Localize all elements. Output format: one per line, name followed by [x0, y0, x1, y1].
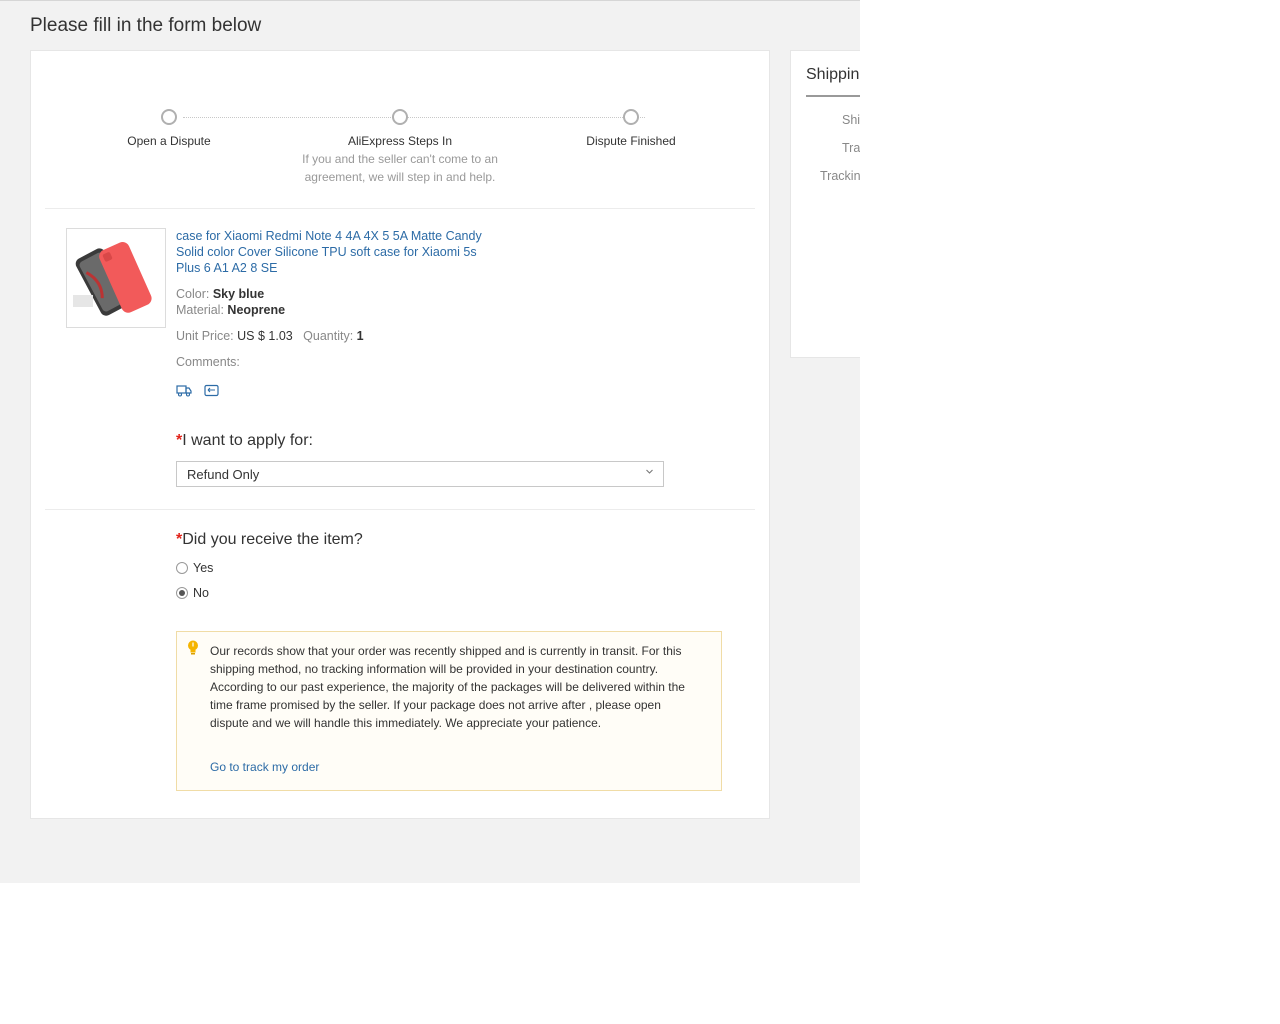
quantity-label: Quantity: [303, 329, 354, 343]
step-open-dispute: Open a Dispute [59, 109, 279, 148]
product-title-link[interactable]: case for Xiaomi Redmi Note 4 4A 4X 5 5A … [176, 228, 496, 276]
color-label: Color: [176, 287, 210, 301]
step-label: Dispute Finished [586, 134, 676, 148]
lightbulb-icon [187, 640, 199, 661]
color-value: Sky blue [212, 287, 265, 301]
quantity-value: 1 [356, 329, 364, 343]
dispute-form-card: Open a Dispute AliExpress Steps In If yo… [30, 50, 770, 819]
step-label: AliExpress Steps In [347, 134, 453, 148]
product-material: Material: Neoprene [176, 303, 285, 317]
radio-no-label: No [193, 586, 209, 600]
product-price-quantity: Unit Price: US $ 1.03 Quantity: 1 [176, 329, 364, 343]
radio-yes[interactable]: Yes [176, 561, 213, 575]
material-value: Neoprene [227, 303, 286, 317]
radio-yes-label: Yes [193, 561, 214, 575]
chevron-down-icon [646, 469, 653, 474]
shipping-title: Shippin [806, 66, 860, 83]
apply-for-select[interactable]: Refund Only [176, 461, 664, 487]
apply-for-text: I want to apply for: [182, 432, 313, 449]
apply-for-selected: Refund Only [187, 467, 260, 482]
received-item-text: Did you receive the item? [182, 531, 363, 548]
return-box-icon[interactable] [204, 384, 220, 402]
step-dot [623, 109, 639, 125]
step-dot [161, 109, 177, 125]
radio-no[interactable]: No [176, 586, 209, 600]
comments-label: Comments: [176, 355, 240, 369]
radio-yes-control[interactable] [176, 562, 188, 574]
received-item-label: *Did you receive the item? [176, 531, 363, 549]
step-aliexpress-steps-in: AliExpress Steps In If you and the selle… [290, 109, 510, 186]
page-viewport: Please fill in the form below Open a Dis… [0, 0, 860, 883]
apply-for-label: *I want to apply for: [176, 432, 313, 450]
shipping-field-label: Tra [842, 141, 860, 155]
truck-icon[interactable] [176, 384, 192, 402]
unit-price-value: US $ 1.03 [237, 329, 293, 343]
step-description: If you and the seller can't come to an a… [302, 152, 498, 184]
step-dispute-finished: Dispute Finished [521, 109, 741, 148]
divider [45, 208, 755, 209]
shipping-title-underline [806, 95, 860, 97]
shipping-info-card: Shippin Shi Tra Trackin [790, 50, 860, 358]
shipping-field-label: Trackin [820, 169, 860, 183]
radio-no-control[interactable] [176, 587, 188, 599]
track-order-link[interactable]: Go to track my order [210, 760, 319, 774]
shipping-field-label: Shi [842, 113, 860, 127]
material-label: Material: [176, 303, 224, 317]
divider [45, 509, 755, 510]
step-dot [392, 109, 408, 125]
page-title: Please fill in the form below [30, 15, 262, 36]
product-actions [176, 384, 227, 402]
transit-notice: Our records show that your order was rec… [176, 631, 722, 791]
notice-text: Our records show that your order was rec… [210, 644, 685, 730]
product-color: Color: Sky blue [176, 287, 264, 301]
progress-steps: Open a Dispute AliExpress Steps In If yo… [45, 51, 755, 208]
unit-price-label: Unit Price: [176, 329, 234, 343]
step-label: Open a Dispute [127, 134, 211, 148]
product-image[interactable] [66, 228, 166, 328]
